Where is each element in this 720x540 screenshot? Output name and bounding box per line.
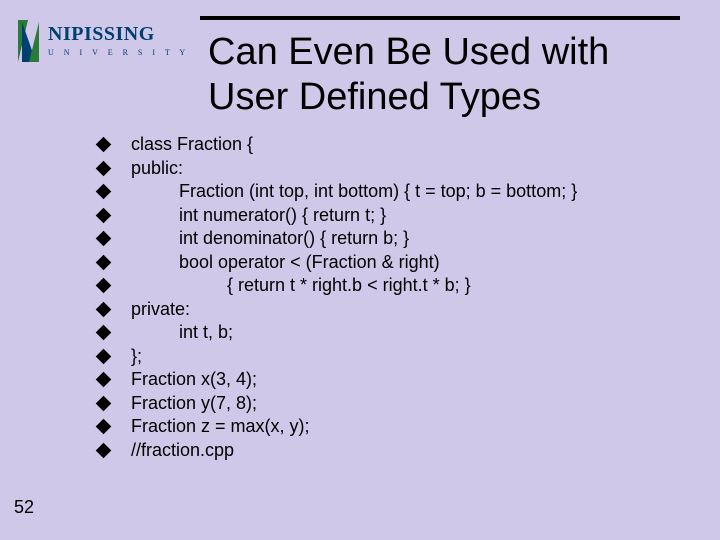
diamond-bullet-icon: [96, 137, 112, 153]
code-text: Fraction (int top, int bottom) { t = top…: [131, 181, 577, 202]
code-line: int t, b;: [98, 322, 698, 343]
university-logo: NIPISSING U N I V E R S I T Y: [14, 12, 189, 68]
horizontal-rule: [200, 16, 680, 20]
diamond-bullet-icon: [96, 348, 112, 364]
diamond-bullet-icon: [96, 207, 112, 223]
logo-name: NIPISSING: [48, 23, 189, 46]
code-line: bool operator < (Fraction & right): [98, 252, 698, 273]
code-line: Fraction z = max(x, y);: [98, 416, 698, 437]
diamond-bullet-icon: [96, 301, 112, 317]
diamond-bullet-icon: [96, 184, 112, 200]
code-text: Fraction z = max(x, y);: [131, 416, 310, 437]
code-text: bool operator < (Fraction & right): [131, 252, 440, 273]
code-text: int t, b;: [131, 322, 233, 343]
code-block: class Fraction { public:Fraction (int top…: [98, 134, 698, 463]
diamond-bullet-icon: [96, 372, 112, 388]
diamond-bullet-icon: [96, 231, 112, 247]
diamond-bullet-icon: [96, 278, 112, 294]
code-text: Fraction x(3, 4);: [131, 369, 257, 390]
code-line: { return t * right.b < right.t * b; }: [98, 275, 698, 296]
diamond-bullet-icon: [96, 395, 112, 411]
page-number: 52: [14, 497, 34, 518]
slide-title: Can Even Be Used with User Defined Types: [208, 30, 688, 120]
code-text: //fraction.cpp: [131, 440, 234, 461]
logo-mark-icon: [14, 12, 44, 68]
diamond-bullet-icon: [96, 254, 112, 270]
code-text: int denominator() { return b; }: [131, 228, 409, 249]
code-text: class Fraction {: [131, 134, 253, 155]
code-line: int denominator() { return b; }: [98, 228, 698, 249]
code-text: Fraction y(7, 8);: [131, 393, 257, 414]
code-text: int numerator() { return t; }: [131, 205, 386, 226]
diamond-bullet-icon: [96, 442, 112, 458]
code-text: { return t * right.b < right.t * b; }: [131, 275, 471, 296]
code-text: public:: [131, 158, 183, 179]
code-line: public:: [98, 158, 698, 179]
diamond-bullet-icon: [96, 160, 112, 176]
code-line: int numerator() { return t; }: [98, 205, 698, 226]
code-text: private:: [131, 299, 190, 320]
code-line: private:: [98, 299, 698, 320]
code-line: Fraction (int top, int bottom) { t = top…: [98, 181, 698, 202]
code-line: Fraction x(3, 4);: [98, 369, 698, 390]
code-line: class Fraction {: [98, 134, 698, 155]
diamond-bullet-icon: [96, 419, 112, 435]
code-line: Fraction y(7, 8);: [98, 393, 698, 414]
code-text: };: [131, 346, 142, 367]
diamond-bullet-icon: [96, 325, 112, 341]
code-line: };: [98, 346, 698, 367]
code-line: //fraction.cpp: [98, 440, 698, 461]
logo-subtitle: U N I V E R S I T Y: [48, 48, 189, 57]
